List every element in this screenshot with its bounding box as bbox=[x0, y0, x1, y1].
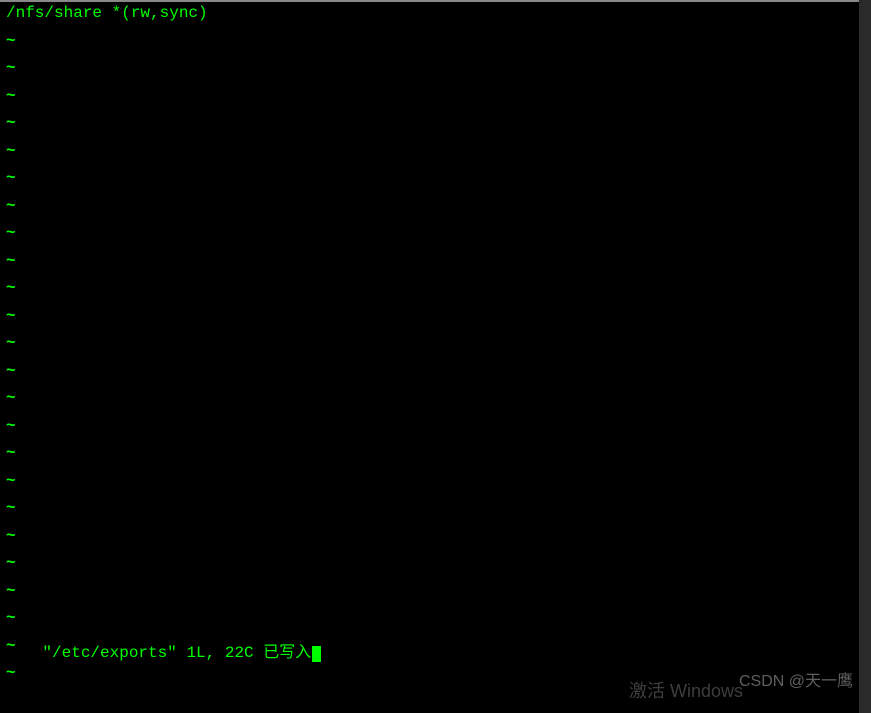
vim-tilde-line: ~ bbox=[2, 193, 869, 221]
vim-tilde-line: ~ bbox=[2, 440, 869, 468]
status-position: 1L, 22C bbox=[186, 644, 253, 662]
vim-tilde-line: ~ bbox=[2, 165, 869, 193]
vim-status-line: "/etc/exports" 1L, 22C 已写入 bbox=[4, 613, 321, 696]
window-top-border bbox=[0, 0, 871, 2]
vim-tilde-line: ~ bbox=[2, 83, 869, 111]
vim-tilde-line: ~ bbox=[2, 578, 869, 606]
vim-tilde-line: ~ bbox=[2, 468, 869, 496]
activate-windows-watermark: 激活 Windows bbox=[629, 678, 743, 706]
csdn-watermark: CSDN @天一鹰 bbox=[739, 668, 853, 696]
status-message: 已写入 bbox=[263, 644, 311, 662]
vim-tilde-line: ~ bbox=[2, 303, 869, 331]
cursor bbox=[312, 646, 321, 662]
vim-tilde-line: ~ bbox=[2, 495, 869, 523]
vim-tilde-line: ~ bbox=[2, 220, 869, 248]
window-right-border bbox=[859, 0, 871, 713]
vim-tilde-line: ~ bbox=[2, 550, 869, 578]
vim-tilde-line: ~ bbox=[2, 248, 869, 276]
vim-tilde-line: ~ bbox=[2, 55, 869, 83]
vim-tilde-line: ~ bbox=[2, 138, 869, 166]
vim-tilde-line: ~ bbox=[2, 413, 869, 441]
vim-tilde-line: ~ bbox=[2, 275, 869, 303]
vim-tilde-line: ~ bbox=[2, 523, 869, 551]
vim-empty-lines: ~~~~~~~~~~~~~~~~~~~~~~~~ bbox=[2, 28, 869, 688]
file-content-line[interactable]: /nfs/share *(rw,sync) bbox=[2, 0, 869, 28]
vim-tilde-line: ~ bbox=[2, 358, 869, 386]
vim-tilde-line: ~ bbox=[2, 385, 869, 413]
status-filename: "/etc/exports" bbox=[42, 644, 176, 662]
vim-tilde-line: ~ bbox=[2, 330, 869, 358]
vim-tilde-line: ~ bbox=[2, 110, 869, 138]
terminal-window[interactable]: /nfs/share *(rw,sync) ~~~~~~~~~~~~~~~~~~… bbox=[0, 0, 871, 713]
vim-tilde-line: ~ bbox=[2, 28, 869, 56]
